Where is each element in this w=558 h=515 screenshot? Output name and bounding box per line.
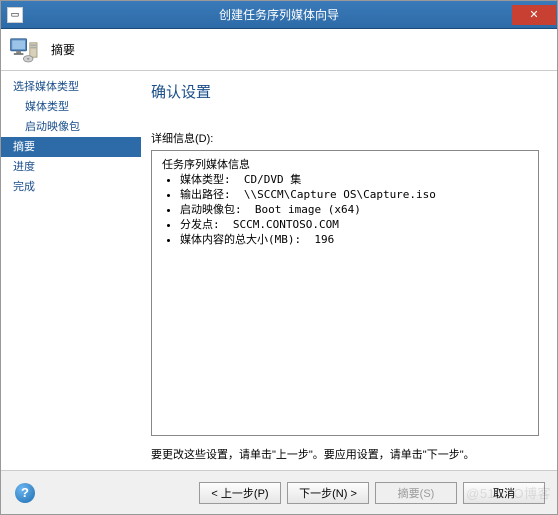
- summary-button: 摘要(S): [375, 482, 457, 504]
- footer: ? < 上一步(P) 下一步(N) > 摘要(S) 取消: [1, 470, 557, 514]
- wizard-icon: [9, 36, 41, 64]
- header-panel: 摘要: [1, 29, 557, 71]
- header-title: 摘要: [51, 41, 75, 58]
- content-area: 选择媒体类型 媒体类型 启动映像包 摘要 进度 完成 确认设置 详细信息(D):…: [1, 71, 557, 470]
- detail-line: 媒体内容的总大小(MB): 196: [180, 232, 528, 247]
- system-menu-icon[interactable]: ▭: [7, 7, 23, 23]
- details-textbox[interactable]: 任务序列媒体信息 媒体类型: CD/DVD 集 输出路径: \\SCCM\Cap…: [151, 150, 539, 436]
- window-title: 创建任务序列媒体向导: [219, 6, 339, 23]
- nav-item-media-type-select[interactable]: 选择媒体类型: [1, 77, 141, 97]
- help-icon[interactable]: ?: [15, 483, 35, 503]
- details-label: 详细信息(D):: [151, 130, 539, 146]
- detail-line: 分发点: SCCM.CONTOSO.COM: [180, 217, 528, 232]
- nav-item-media-type[interactable]: 媒体类型: [1, 97, 141, 117]
- cancel-button[interactable]: 取消: [463, 482, 545, 504]
- nav-item-complete[interactable]: 完成: [1, 177, 141, 197]
- main-panel: 确认设置 详细信息(D): 任务序列媒体信息 媒体类型: CD/DVD 集 输出…: [141, 71, 557, 470]
- nav-item-progress[interactable]: 进度: [1, 157, 141, 177]
- page-title: 确认设置: [151, 81, 539, 102]
- detail-line: 输出路径: \\SCCM\Capture OS\Capture.iso: [180, 187, 528, 202]
- details-list: 媒体类型: CD/DVD 集 输出路径: \\SCCM\Capture OS\C…: [162, 172, 528, 247]
- nav-sidebar: 选择媒体类型 媒体类型 启动映像包 摘要 进度 完成: [1, 71, 141, 470]
- prev-button[interactable]: < 上一步(P): [199, 482, 281, 504]
- next-button[interactable]: 下一步(N) >: [287, 482, 369, 504]
- hint-text: 要更改这些设置，请单击"上一步"。要应用设置，请单击"下一步"。: [151, 446, 539, 462]
- titlebar: ▭ 创建任务序列媒体向导 ✕: [1, 1, 557, 29]
- detail-line: 启动映像包: Boot image (x64): [180, 202, 528, 217]
- details-section-title: 任务序列媒体信息: [162, 157, 528, 172]
- close-button[interactable]: ✕: [512, 5, 556, 25]
- detail-line: 媒体类型: CD/DVD 集: [180, 172, 528, 187]
- nav-item-boot-image[interactable]: 启动映像包: [1, 117, 141, 137]
- nav-item-summary[interactable]: 摘要: [1, 137, 141, 157]
